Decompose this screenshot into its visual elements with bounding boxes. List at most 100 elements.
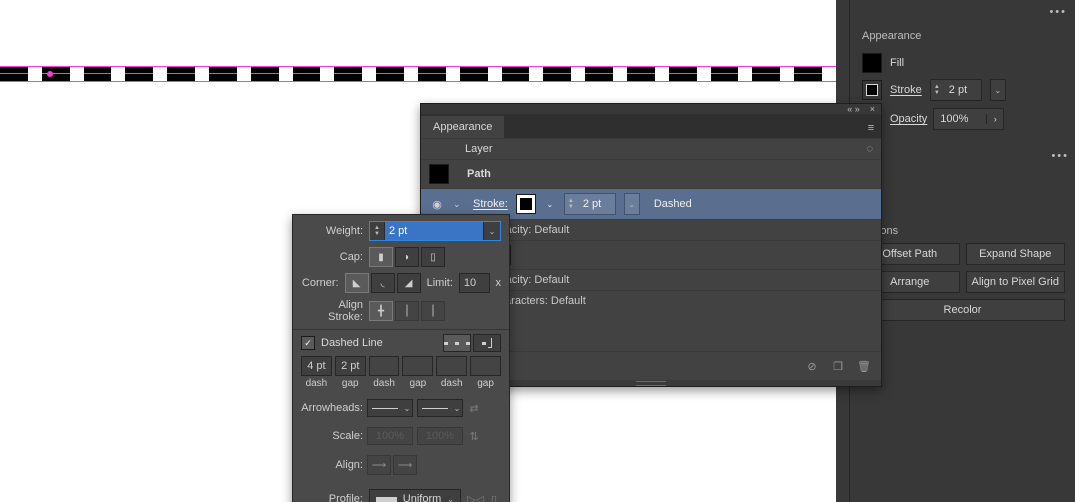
path-label: Path xyxy=(467,168,491,180)
weight-dropdown-icon[interactable]: ⌄ xyxy=(483,222,500,240)
stroke-color-swatch[interactable] xyxy=(516,194,536,214)
scale-label: Scale: xyxy=(301,430,363,442)
flip-along-icon[interactable]: ▷◁ xyxy=(467,493,481,502)
duplicate-icon[interactable]: ❐ xyxy=(831,359,845,373)
align-stroke-center-button[interactable]: ╋ xyxy=(369,301,393,321)
align-arrow-label: Align: xyxy=(301,459,363,471)
align-stroke-outside-button[interactable]: ┃ xyxy=(421,301,445,321)
limit-suffix: x xyxy=(496,277,502,289)
gap-field-3[interactable] xyxy=(470,356,501,376)
stroke-style-label: Dashed xyxy=(654,198,692,210)
flip-across-icon[interactable]: ▯ xyxy=(487,493,501,502)
stroke-weight-dropdown[interactable]: ⌄ xyxy=(990,79,1006,101)
dashed-line-checkbox[interactable]: ✓ xyxy=(301,336,315,350)
opacity-dropdown-icon[interactable]: › xyxy=(986,114,1003,124)
expand-caret-icon[interactable]: ⌄ xyxy=(453,199,465,210)
anchor-point[interactable] xyxy=(47,71,53,77)
opacity-value[interactable]: 100% xyxy=(934,113,986,125)
limit-field[interactable]: 10 xyxy=(459,273,490,293)
artwork-dashed-line[interactable] xyxy=(0,64,836,84)
dash-gap-fields: 4 pt 2 pt xyxy=(301,356,501,376)
stroke-link-label[interactable]: Stroke: xyxy=(473,198,508,210)
swap-arrowheads-icon[interactable]: ⇄ xyxy=(467,402,481,415)
scale-end-value: 100% xyxy=(426,430,454,442)
arrow-align-extend-button[interactable]: ⟶ xyxy=(367,455,391,475)
dash-preserve-button[interactable] xyxy=(443,334,471,352)
stroke-label[interactable]: Stroke xyxy=(890,84,922,96)
corner-bevel-button[interactable]: ◢ xyxy=(397,273,421,293)
dash-field-3[interactable] xyxy=(436,356,467,376)
stroke-options-panel: Weight: ▲▼ 2 pt ⌄ Cap: ▮ ◗ ▯ Corner: ◣ ◟… xyxy=(292,214,510,502)
arrow-align-tip-button[interactable]: ⟶ xyxy=(393,455,417,475)
stroke-swatch[interactable] xyxy=(862,80,882,100)
cap-label: Cap: xyxy=(301,251,363,263)
close-icon[interactable]: × xyxy=(870,104,875,114)
weight-value[interactable]: 2 pt xyxy=(385,222,483,240)
profile-field[interactable]: Uniform ⌄ xyxy=(369,489,461,502)
stroke-weight-value[interactable]: 2 pt xyxy=(943,84,981,96)
cap-projecting-button[interactable]: ▯ xyxy=(421,247,445,267)
collapse-arrows-icon[interactable]: « » xyxy=(847,104,860,114)
scale-start-field[interactable]: 100% xyxy=(367,427,413,445)
cap-butt-button[interactable]: ▮ xyxy=(369,247,393,267)
dash-field-2[interactable] xyxy=(369,356,400,376)
align-stroke-label: Align Stroke: xyxy=(301,299,363,323)
panel-options-icon[interactable]: ≡ xyxy=(861,122,881,138)
stroke-weight-stepper[interactable]: ▲▼ 2 pt xyxy=(930,79,982,101)
arrowheads-label: Arrowheads: xyxy=(301,402,363,414)
stroke-color-dropdown[interactable]: ⌄ xyxy=(544,200,556,209)
path-swatch[interactable] xyxy=(429,164,449,184)
no-selection-icon[interactable]: ⊘ xyxy=(805,359,819,373)
dash-field-1[interactable]: 4 pt xyxy=(301,356,332,376)
profile-dropdown-icon[interactable]: ⌄ xyxy=(447,495,454,502)
limit-value[interactable]: 10 xyxy=(464,277,476,289)
expand-shape-button[interactable]: Expand Shape xyxy=(966,243,1066,265)
corner-miter-button[interactable]: ◣ xyxy=(345,273,369,293)
scale-start-value: 100% xyxy=(376,430,404,442)
align-pixel-grid-button[interactable]: Align to Pixel Grid xyxy=(966,271,1066,293)
visibility-eye-icon[interactable]: ◉ xyxy=(429,198,445,211)
properties-panel: ••• Appearance Fill Stroke ▲▼ 2 pt ⌄ Opa… xyxy=(849,0,1075,502)
layer-target-icon[interactable]: ◌ xyxy=(866,143,873,155)
ap-stroke-weight-stepper[interactable]: ▲▼ 2 pt xyxy=(564,193,616,215)
layer-label: Layer xyxy=(465,143,493,155)
corner-round-button[interactable]: ◟ xyxy=(371,273,395,293)
gap-label-3: gap xyxy=(470,378,501,389)
weight-label: Weight: xyxy=(301,225,363,237)
dashed-line-label: Dashed Line xyxy=(321,337,383,349)
trash-icon[interactable]: 🗑 xyxy=(857,359,871,373)
path-row[interactable]: Path xyxy=(421,159,881,188)
opacity-field[interactable]: 100% › xyxy=(933,108,1004,130)
layer-row[interactable]: Layer ◌ xyxy=(421,138,881,159)
gap-label-2: gap xyxy=(402,378,433,389)
gap-label-1: gap xyxy=(335,378,366,389)
cap-round-button[interactable]: ◗ xyxy=(395,247,419,267)
ap-stroke-weight-value[interactable]: 2 pt xyxy=(577,198,615,210)
align-stroke-inside-button[interactable]: ┃ xyxy=(395,301,419,321)
corner-label: Corner: xyxy=(301,277,339,289)
recolor-button[interactable]: Recolor xyxy=(860,299,1065,321)
dash-align-corners-button[interactable] xyxy=(473,334,501,352)
quick-actions-title: Actions xyxy=(862,225,1075,237)
arrowhead-end-field[interactable]: ⌄ xyxy=(417,399,463,417)
fill-label: Fill xyxy=(890,57,904,69)
panel-menu-icon[interactable]: ••• xyxy=(1049,6,1067,18)
limit-label: Limit: xyxy=(427,277,453,289)
profile-label: Profile: xyxy=(301,493,363,502)
scale-end-field[interactable]: 100% xyxy=(417,427,463,445)
arrowhead-start-field[interactable]: ⌄ xyxy=(367,399,413,417)
dash-label-1: dash xyxy=(301,378,332,389)
dash-label-3: dash xyxy=(436,378,467,389)
fill-swatch[interactable] xyxy=(862,53,882,73)
gap-field-2[interactable] xyxy=(402,356,433,376)
gap-field-1[interactable]: 2 pt xyxy=(335,356,366,376)
appearance-section-title: Appearance xyxy=(862,30,1075,42)
weight-field[interactable]: ▲▼ 2 pt ⌄ xyxy=(369,221,501,241)
appearance-tab[interactable]: Appearance xyxy=(421,116,504,138)
opacity-label[interactable]: Opacity xyxy=(890,113,927,125)
ap-stroke-weight-dropdown[interactable]: ⌄ xyxy=(624,193,640,215)
secondary-menu-icon[interactable]: ••• xyxy=(1051,150,1069,162)
dash-label-2: dash xyxy=(369,378,400,389)
link-scale-icon[interactable]: ⇅ xyxy=(467,430,481,443)
profile-value: Uniform xyxy=(403,493,442,502)
